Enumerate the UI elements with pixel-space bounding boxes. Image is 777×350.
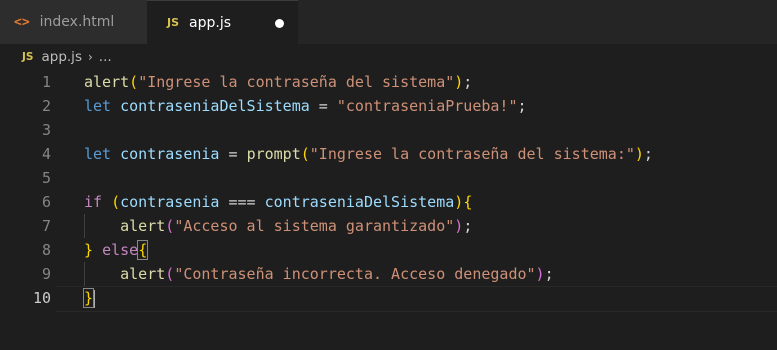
code-line[interactable]: 4 let contrasenia = prompt("Ingrese la co…	[0, 142, 777, 166]
code-token: ;	[544, 265, 554, 283]
code-token: prompt	[246, 145, 301, 163]
unsaved-dot-icon[interactable]	[275, 19, 284, 28]
code-token: {	[463, 193, 473, 211]
code-token: ;	[517, 97, 527, 115]
code-token: if	[84, 193, 103, 211]
code-content: alert("Contraseña incorrecta. Acceso den…	[84, 262, 554, 286]
tab-label: app.js	[189, 14, 232, 31]
code-token: ;	[463, 73, 473, 91]
text-cursor	[93, 289, 96, 308]
breadcrumb-symbol[interactable]: ...	[99, 49, 112, 65]
code-content: if (contrasenia === contraseniaDelSistem…	[84, 190, 472, 214]
code-token: )	[634, 145, 644, 163]
code-content: let contraseniaDelSistema = "contrasenia…	[84, 94, 527, 118]
breadcrumb: JS app.js › ...	[0, 44, 777, 70]
tab-bar: <> index.html JS app.js	[0, 0, 777, 44]
code-line[interactable]: 10}	[0, 286, 777, 310]
code-token: =	[309, 97, 337, 115]
code-line[interactable]: 5	[0, 166, 777, 190]
tab-index-html[interactable]: <> index.html	[0, 0, 147, 44]
code-content: alert("Ingrese la contraseña del sistema…	[84, 70, 472, 94]
js-file-icon: JS	[167, 16, 180, 29]
chevron-right-icon: ›	[87, 50, 93, 64]
code-token: "Ingrese la contraseña del sistema"	[138, 73, 455, 91]
code-line[interactable]: 7 alert("Acceso al sistema garantizado")…	[0, 214, 777, 238]
code-content: } else{	[84, 238, 149, 262]
code-token: ;	[643, 145, 653, 163]
code-token: alert	[84, 73, 130, 91]
matched-bracket: {	[137, 240, 149, 260]
code-token: )	[454, 217, 464, 235]
code-token: )	[454, 73, 464, 91]
code-token: )	[535, 265, 545, 283]
code-token: (	[165, 265, 175, 283]
line-number: 1	[41, 73, 51, 91]
code-token: (	[300, 145, 310, 163]
code-content: alert("Acceso al sistema garantizado");	[84, 214, 472, 238]
code-token: (	[129, 73, 139, 91]
code-line[interactable]: 6 if (contrasenia === contraseniaDelSiste…	[0, 190, 777, 214]
code-token: contrasenia	[120, 193, 220, 211]
code-token: contraseniaDelSistema	[264, 193, 455, 211]
code-token: "Contraseña incorrecta. Acceso denegado"	[174, 265, 536, 283]
code-token: }	[84, 241, 94, 259]
tab-app-js[interactable]: JS app.js	[147, 0, 298, 44]
code-line[interactable]: 3	[0, 118, 777, 142]
code-token: else	[102, 241, 139, 259]
code-token: "Ingrese la contraseña del sistema:"	[309, 145, 635, 163]
code-token: contrasenia	[120, 145, 220, 163]
code-token: alert	[120, 217, 166, 235]
breadcrumb-file[interactable]: app.js	[41, 49, 82, 65]
line-number: 8	[41, 241, 51, 259]
code-token: let	[84, 145, 112, 163]
code-line[interactable]: 1 alert("Ingrese la contraseña del sistem…	[0, 70, 777, 94]
js-file-icon: JS	[22, 51, 34, 63]
code-token: "contraseniaPrueba!"	[336, 97, 518, 115]
code-line[interactable]: 8} else{	[0, 238, 777, 262]
code-token: ;	[463, 217, 473, 235]
code-token: "Acceso al sistema garantizado"	[174, 217, 455, 235]
code-line[interactable]: 9 alert("Contraseña incorrecta. Acceso d…	[0, 262, 777, 286]
code-token: (	[165, 217, 175, 235]
code-content: }	[82, 286, 96, 310]
code-token: =	[219, 145, 247, 163]
matched-bracket: }	[82, 288, 95, 308]
line-number: 10	[32, 289, 51, 307]
code-content: let contrasenia = prompt("Ingrese la con…	[84, 142, 653, 166]
code-token: )	[454, 193, 464, 211]
line-number: 6	[41, 193, 51, 211]
line-number: 7	[41, 217, 51, 235]
line-number: 3	[41, 121, 51, 139]
line-number: 9	[41, 265, 51, 283]
tab-label: index.html	[39, 14, 115, 30]
code-editor[interactable]: 1 alert("Ingrese la contraseña del sistem…	[0, 70, 777, 350]
code-token: let	[84, 97, 112, 115]
code-token: alert	[120, 265, 166, 283]
code-token: ===	[219, 193, 265, 211]
code-token: (	[111, 193, 121, 211]
line-number: 4	[41, 145, 51, 163]
code-token: contraseniaDelSistema	[120, 97, 310, 115]
line-number: 2	[41, 97, 51, 115]
html-file-icon: <>	[14, 14, 30, 30]
code-line[interactable]: 2 let contraseniaDelSistema = "contraseni…	[0, 94, 777, 118]
line-number: 5	[41, 169, 51, 187]
